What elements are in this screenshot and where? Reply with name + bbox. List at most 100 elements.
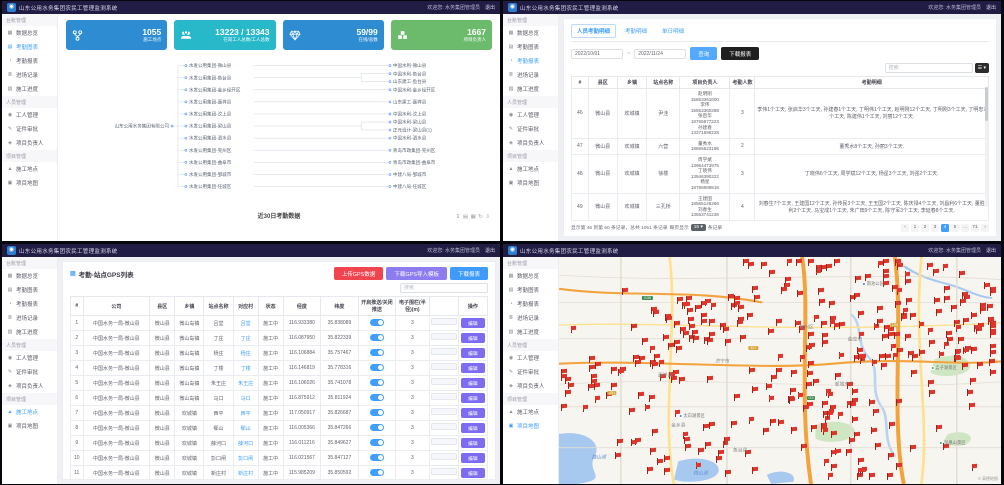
sidebar-item[interactable]: ▣项目地图	[2, 419, 57, 433]
red-flag-icon[interactable]	[877, 319, 883, 326]
red-flag-icon[interactable]	[801, 444, 807, 451]
red-flag-icon[interactable]	[776, 368, 782, 375]
sidebar-item[interactable]: ▲施工地点	[503, 162, 558, 176]
push-toggle[interactable]	[370, 409, 384, 416]
red-flag-icon[interactable]	[943, 264, 949, 271]
red-flag-icon[interactable]	[960, 299, 966, 306]
red-flag-icon[interactable]	[858, 458, 864, 465]
red-flag-icon[interactable]	[887, 473, 893, 480]
red-flag-icon[interactable]	[766, 383, 772, 390]
red-flag-icon[interactable]	[711, 303, 717, 310]
village-link[interactable]: 新庄村	[238, 471, 253, 477]
red-flag-icon[interactable]	[834, 259, 840, 266]
page-button[interactable]: 71	[971, 224, 979, 232]
red-flag-icon[interactable]	[869, 399, 875, 406]
sidebar-item[interactable]: ▧施工进度	[2, 82, 57, 96]
sidebar-item[interactable]: ≣进场记录	[2, 311, 57, 325]
red-flag-icon[interactable]	[906, 298, 912, 305]
date-from-input[interactable]: 2022/10/01	[571, 49, 623, 59]
red-flag-icon[interactable]	[716, 456, 722, 463]
red-flag-icon[interactable]	[595, 362, 601, 369]
red-flag-icon[interactable]	[790, 388, 796, 395]
red-flag-icon[interactable]	[891, 344, 897, 351]
red-flag-icon[interactable]	[723, 326, 729, 333]
red-flag-icon[interactable]	[707, 338, 713, 345]
red-flag-icon[interactable]	[709, 332, 715, 339]
red-flag-icon[interactable]	[855, 276, 861, 283]
red-flag-icon[interactable]	[705, 442, 711, 449]
fence-input[interactable]	[431, 468, 457, 475]
red-flag-icon[interactable]	[989, 359, 995, 366]
red-flag-icon[interactable]	[687, 308, 693, 315]
red-flag-icon[interactable]	[615, 452, 621, 459]
sidebar-item[interactable]: ◈项目负责人	[503, 379, 558, 393]
red-flag-icon[interactable]	[990, 324, 996, 331]
sidebar-item[interactable]: ▲施工地点	[2, 405, 57, 419]
page-button[interactable]: …	[961, 224, 969, 232]
red-flag-icon[interactable]	[884, 325, 890, 332]
sidebar-item[interactable]: ≣进场记录	[503, 68, 558, 82]
red-flag-icon[interactable]	[878, 261, 884, 268]
red-flag-icon[interactable]	[734, 394, 740, 401]
red-flag-icon[interactable]	[839, 322, 845, 329]
sidebar-item[interactable]: ≣进场记录	[2, 68, 57, 82]
sidebar-item[interactable]: ▣项目地图	[503, 419, 558, 433]
red-flag-icon[interactable]	[814, 315, 820, 322]
download-icon[interactable]: ⇩	[485, 214, 490, 220]
red-flag-icon[interactable]	[645, 404, 651, 411]
red-flag-icon[interactable]	[831, 431, 837, 438]
red-flag-icon[interactable]	[954, 320, 960, 327]
red-flag-icon[interactable]	[987, 304, 993, 311]
red-flag-icon[interactable]	[791, 370, 797, 377]
poi-marker[interactable]: 孟子湖景区	[930, 365, 956, 371]
logout-link[interactable]: 退出	[986, 4, 996, 11]
red-flag-icon[interactable]	[873, 409, 879, 416]
red-flag-icon[interactable]	[808, 259, 814, 266]
red-flag-icon[interactable]	[693, 336, 699, 343]
fence-input[interactable]	[431, 453, 457, 460]
red-flag-icon[interactable]	[882, 334, 888, 341]
red-flag-icon[interactable]	[883, 259, 889, 266]
poi-marker[interactable]: 太白湖景区	[678, 413, 704, 419]
red-flag-icon[interactable]	[752, 386, 758, 393]
red-flag-icon[interactable]	[894, 332, 900, 339]
red-flag-icon[interactable]	[910, 445, 916, 452]
push-toggle[interactable]	[370, 454, 384, 461]
page-button[interactable]: ‹	[901, 224, 909, 232]
project-map[interactable]: 济宁市兖州区曲阜市邹城市嘉祥县金乡县鱼台县微山湖独山湖孟子湖景区凤凰山景区太白湖…	[559, 257, 1001, 484]
red-flag-icon[interactable]	[895, 301, 901, 308]
red-flag-icon[interactable]	[827, 411, 833, 418]
query-button[interactable]: 查询	[690, 47, 717, 60]
red-flag-icon[interactable]	[651, 307, 657, 314]
logout-link[interactable]: 退出	[485, 4, 495, 11]
fence-input[interactable]	[431, 438, 457, 445]
red-flag-icon[interactable]	[635, 360, 641, 367]
red-flag-icon[interactable]	[571, 326, 577, 333]
red-flag-icon[interactable]	[951, 305, 957, 312]
red-flag-icon[interactable]	[934, 297, 940, 304]
red-flag-icon[interactable]	[883, 280, 889, 287]
red-flag-icon[interactable]	[747, 313, 753, 320]
red-flag-icon[interactable]	[565, 390, 571, 397]
red-flag-icon[interactable]	[749, 367, 755, 374]
push-toggle[interactable]	[370, 469, 384, 476]
sidebar-item[interactable]: ▲施工地点	[503, 405, 558, 419]
red-flag-icon[interactable]	[595, 396, 601, 403]
red-flag-icon[interactable]	[654, 354, 660, 361]
edit-button[interactable]: 编辑	[461, 348, 485, 358]
red-flag-icon[interactable]	[928, 328, 934, 335]
red-flag-icon[interactable]	[683, 331, 689, 338]
red-flag-icon[interactable]	[908, 351, 914, 358]
page-button[interactable]: 2	[921, 224, 929, 232]
red-flag-icon[interactable]	[611, 367, 617, 374]
village-link[interactable]: 丁庄	[241, 336, 251, 342]
sidebar-item[interactable]: ▤考勤图表	[503, 283, 558, 297]
red-flag-icon[interactable]	[877, 306, 883, 313]
red-flag-icon[interactable]	[893, 353, 899, 360]
sidebar-item[interactable]: ▲施工地点	[2, 162, 57, 176]
red-flag-icon[interactable]	[763, 428, 769, 435]
push-toggle[interactable]	[370, 379, 384, 386]
date-to-input[interactable]: 2022/11/24	[634, 49, 686, 59]
red-flag-icon[interactable]	[808, 332, 814, 339]
red-flag-icon[interactable]	[664, 468, 670, 475]
